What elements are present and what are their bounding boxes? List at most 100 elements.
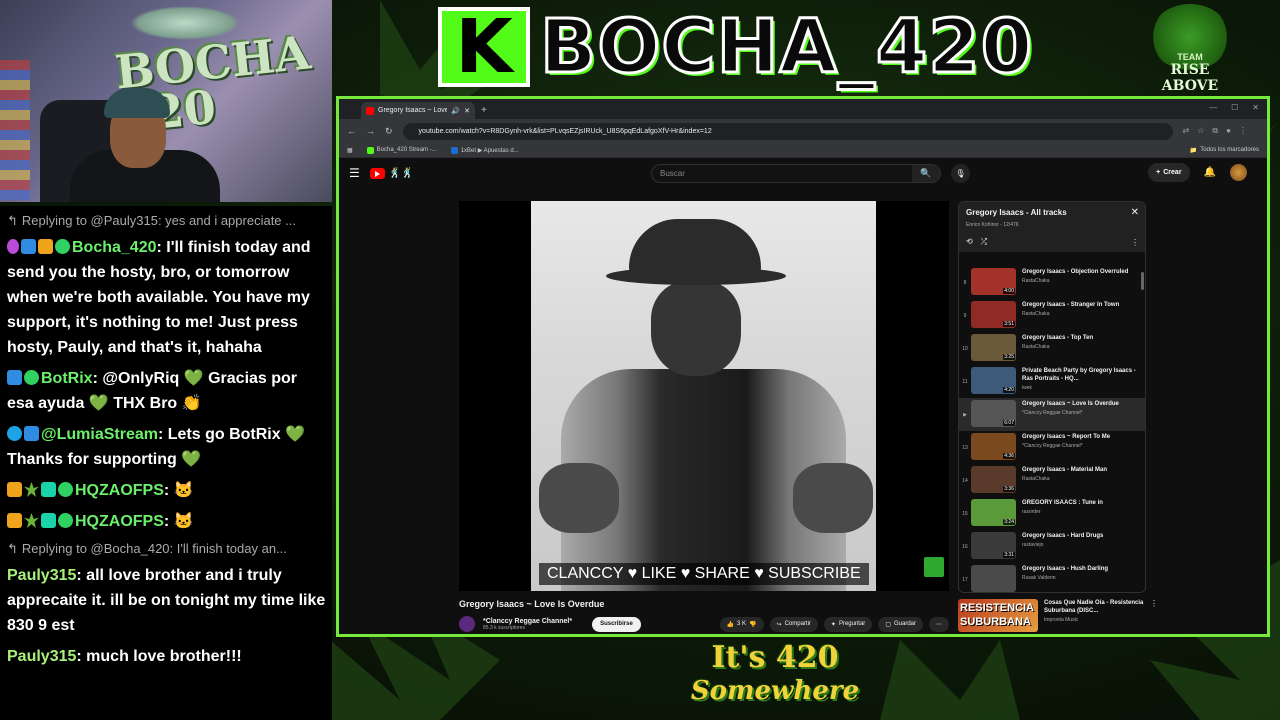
menu-dots-icon[interactable]: ⋮: [1239, 126, 1247, 136]
youtube-doodle-icon[interactable]: 🕺🕺: [389, 168, 414, 179]
playlist-item[interactable]: 13 4:36 Gregory Isaacs ~ Report To Me *Clan…: [959, 431, 1145, 464]
back-icon[interactable]: ←: [347, 126, 356, 136]
playlist-item-thumbnail[interactable]: 4:36: [971, 433, 1016, 460]
playlist-title[interactable]: Gregory Isaacs - All tracks: [966, 208, 1138, 217]
microphone-icon: 🎙: [955, 169, 966, 178]
bookmark-item[interactable]: Bocha_420 Stream -...: [366, 146, 437, 154]
channel-name[interactable]: *Clanccy Reggae Channel*: [483, 618, 572, 625]
create-button[interactable]: + Crear: [1148, 163, 1190, 182]
playlist-item-title[interactable]: Gregory Isaacs - Top Ten: [1022, 334, 1141, 342]
chat-username[interactable]: HQZAOFPS: [75, 513, 164, 530]
account-avatar[interactable]: [1230, 164, 1247, 181]
chat-username[interactable]: Bocha_420: [72, 239, 157, 256]
playlist-item-thumbnail[interactable]: 3:51: [971, 301, 1016, 328]
gift-badge-icon: [41, 482, 56, 497]
ask-button[interactable]: ✦ Preguntar: [823, 616, 873, 632]
playlist-item-thumbnail[interactable]: 3:24: [971, 499, 1016, 526]
thumbs-down-icon[interactable]: 👎: [749, 621, 756, 628]
playlist-item-thumbnail[interactable]: 4:00: [971, 268, 1016, 295]
1xbet-favicon-icon: [450, 146, 458, 154]
like-button[interactable]: 👍 3 K 👎: [719, 616, 764, 632]
close-playlist-icon[interactable]: ✕: [1131, 207, 1139, 218]
share-button[interactable]: ↪ Compartir: [769, 616, 818, 632]
playlist-item[interactable]: 10 3:25 Gregory Isaacs - Top Ten RastaChaka: [959, 332, 1145, 365]
hamburger-menu-icon[interactable]: ☰: [349, 166, 360, 180]
playlist-item-title[interactable]: GREGORY ISAACS : Tune in: [1022, 499, 1141, 507]
streamer-beanie: [104, 88, 170, 118]
maximize-icon[interactable]: ☐: [1231, 103, 1238, 112]
team-badge-bottom-text: RISE ABOVE: [1161, 62, 1219, 94]
playlist-item-title[interactable]: Gregory Isaacs - Hard Drugs: [1022, 532, 1141, 540]
close-window-icon[interactable]: ✕: [1252, 103, 1259, 112]
playlist-item-thumbnail[interactable]: 3:36: [971, 466, 1016, 493]
playlist-item-title[interactable]: Gregory Isaacs ~ Love Is Overdue: [1022, 400, 1141, 408]
reload-icon[interactable]: ↻: [385, 126, 393, 137]
notifications-bell-icon[interactable]: 🔔: [1204, 167, 1216, 178]
playlist-item-thumbnail[interactable]: [971, 565, 1016, 592]
playlist-item-thumbnail[interactable]: 4:20: [971, 367, 1016, 394]
channel-avatar[interactable]: [459, 616, 475, 632]
close-tab-icon[interactable]: ✕: [464, 107, 470, 115]
playlist-item[interactable]: 17 Gregory Isaacs - Hush Darling Rusak Val…: [959, 563, 1145, 592]
chat-username[interactable]: Pauly315: [7, 567, 76, 584]
subscribe-button[interactable]: Suscribirse: [592, 616, 641, 632]
playlist-item-title[interactable]: Private Beach Party by Gregory Isaacs - …: [1022, 367, 1141, 383]
video-player[interactable]: CLANCCY ♥ LIKE ♥ SHARE ♥ SUBSCRIBE: [459, 201, 949, 591]
playlist-item-title[interactable]: Gregory Isaacs ~ Report To Me: [1022, 433, 1141, 441]
translate-icon[interactable]: ⇄: [1183, 126, 1190, 136]
bookmark-star-icon[interactable]: ☆: [1197, 126, 1204, 136]
voice-search-button[interactable]: 🎙: [951, 164, 970, 183]
crown-badge-icon: [7, 513, 22, 528]
playlist-item[interactable]: ▶ 6:07 Gregory Isaacs ~ Love Is Overdue *Cl…: [959, 398, 1145, 431]
leaf-badge-icon: [24, 513, 39, 528]
chat-username[interactable]: HQZAOFPS: [75, 482, 164, 499]
subscribe-watermark-icon[interactable]: [924, 557, 944, 577]
folder-icon: 📁: [1189, 147, 1198, 154]
recommended-menu-icon[interactable]: ⋮: [1150, 599, 1158, 634]
profile-icon[interactable]: ●: [1226, 126, 1231, 136]
playlist-item[interactable]: 11 4:20 Private Beach Party by Gregory Isa…: [959, 365, 1145, 398]
all-bookmarks-button[interactable]: 📁 Todos los marcadores: [1190, 147, 1259, 154]
channel-info: *Clanccy Reggae Channel* 85.3 k suscript…: [483, 618, 572, 631]
chat-username[interactable]: Pauly315: [7, 648, 76, 665]
youtube-logo-icon[interactable]: [369, 167, 385, 179]
minimize-icon[interactable]: —: [1209, 103, 1217, 112]
recommended-thumbnail[interactable]: RESISTENCIA SUBURBANA: [958, 599, 1038, 632]
playlist-item[interactable]: 8 4:00 Gregory Isaacs - Objection Overrule…: [959, 266, 1145, 299]
extension-icons: ⇄ ☆ ⧉ ● ⋮: [1183, 126, 1247, 136]
playlist-item[interactable]: 9 3:51 Gregory Isaacs - Stranger In Town Ra…: [959, 299, 1145, 332]
audio-icon[interactable]: 🔊: [451, 107, 460, 115]
subscriber-badge-icon: [58, 513, 73, 528]
playlist-item-title[interactable]: Gregory Isaacs - Objection Overruled: [1022, 268, 1141, 276]
playlist-item-title[interactable]: Gregory Isaacs - Material Man: [1022, 466, 1141, 474]
shuffle-icon[interactable]: ⤮: [981, 237, 987, 247]
playlist-item-channel: *Clanccy Reggae Channel*: [1022, 410, 1083, 416]
search-button[interactable]: 🔍: [912, 165, 940, 182]
save-button[interactable]: ▢ Guardar: [878, 616, 923, 632]
playlist-item-title[interactable]: Gregory Isaacs - Stranger In Town: [1022, 301, 1141, 309]
extension-icon[interactable]: ⧉: [1212, 126, 1218, 136]
figure-left-hand: [539, 463, 619, 533]
more-actions-button[interactable]: ⋯: [929, 616, 949, 632]
search-input[interactable]: Buscar 🔍: [651, 164, 941, 183]
forward-icon[interactable]: →: [366, 126, 375, 136]
chat-username[interactable]: @LumiaStream: [41, 426, 158, 443]
address-bar[interactable]: youtube.com/watch?v=R8DGynh-vrk&list=PLv…: [402, 122, 1173, 140]
playlist-item-thumbnail[interactable]: 3:31: [971, 532, 1016, 559]
new-tab-icon[interactable]: +: [481, 105, 487, 116]
loop-icon[interactable]: ⟲: [966, 237, 973, 247]
playlist-item[interactable]: 14 3:36 Gregory Isaacs - Material Man Rasta…: [959, 464, 1145, 497]
apps-icon[interactable]: ▦: [347, 147, 353, 154]
recommended-video[interactable]: RESISTENCIA SUBURBANA Cosas Que Nadie Oi…: [958, 599, 1158, 634]
playlist-scrollbar[interactable]: [1141, 272, 1144, 290]
browser-tab[interactable]: Gregory Isaacs ~ Love Is Ov 🔊 ✕: [361, 102, 475, 119]
playlist-item-thumbnail[interactable]: 3:25: [971, 334, 1016, 361]
playlist-item-title[interactable]: Gregory Isaacs - Hush Darling: [1022, 565, 1141, 573]
chat-username[interactable]: BotRix: [41, 370, 93, 387]
bookmark-item[interactable]: 1xBet ▶ Apuestas d...: [450, 146, 519, 154]
recommended-title[interactable]: Cosas Que Nadie Oia - Resistencia Suburb…: [1044, 599, 1144, 615]
playlist-item[interactable]: 16 3:31 Gregory Isaacs - Hard Drugs rastavi…: [959, 530, 1145, 563]
playlist-item-thumbnail[interactable]: 6:07: [971, 400, 1016, 427]
playlist-item[interactable]: 15 3:24 GREGORY ISAACS : Tune in rasorder: [959, 497, 1145, 530]
playlist-menu-icon[interactable]: ⋮: [1131, 238, 1139, 247]
